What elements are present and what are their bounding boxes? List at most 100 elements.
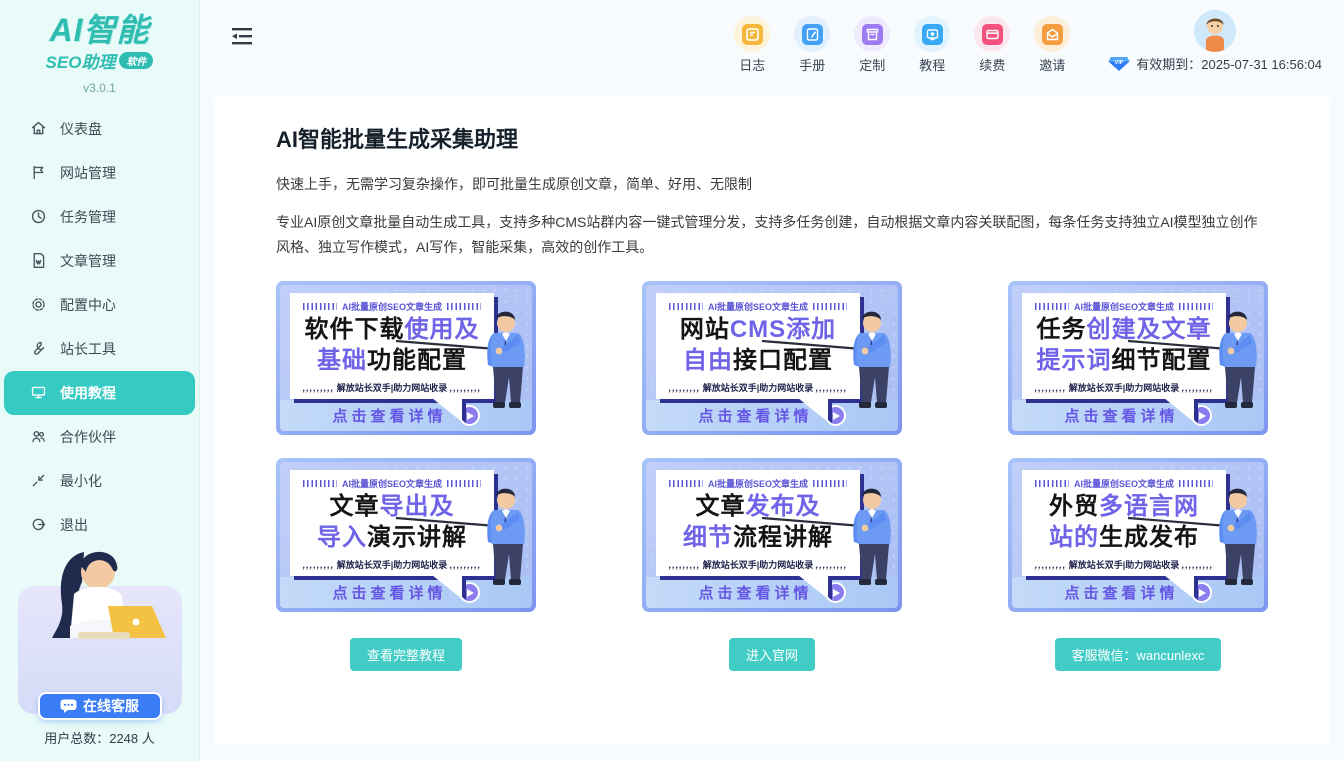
tutorial-card-inner: 点击查看详情 AI批量原创SEO文章生成 网站CMS添加 自由接口配置 ,,,,… <box>646 285 898 431</box>
manual-icon <box>802 24 823 45</box>
dash-strip-icon <box>303 480 337 487</box>
log-icon <box>742 24 763 45</box>
vip-badge-icon: VIP <box>1108 56 1130 72</box>
tick-decoration: ,,,,,,,,, <box>1035 383 1067 393</box>
sidebar-item-articles[interactable]: 文章管理 <box>0 239 199 283</box>
header-action-label: 日志 <box>739 55 765 74</box>
online-support-label: 在线客服 <box>83 696 139 716</box>
top-header: 日志 手册 定制 <box>200 0 1344 88</box>
collapse-menu-icon <box>232 28 252 45</box>
dash-strip-icon <box>1035 480 1069 487</box>
tick-decoration: ,,,,,,,,, <box>669 560 701 570</box>
sidebar-item-tasks[interactable]: 任务管理 <box>0 195 199 239</box>
tutorial-card-multilang-site[interactable]: 点击查看详情 AI批量原创SEO文章生成 外贸多语言网 站的生成发布 ,,,,,… <box>1008 458 1268 612</box>
sidebar-item-minimize[interactable]: 最小化 <box>0 459 199 503</box>
sidebar-item-label: 任务管理 <box>60 207 116 227</box>
sidebar-item-label: 文章管理 <box>60 251 116 271</box>
header-action-label: 邀请 <box>1039 55 1065 74</box>
sidebar-item-label: 退出 <box>60 515 88 535</box>
sidebar-item-websites[interactable]: 网站管理 <box>0 151 199 195</box>
logo-line1: AI智能 <box>0 14 199 48</box>
app-window: AI智能 SEO助理 软件 v3.0.1 仪表盘 网站管理 任务管理 文章管 <box>0 0 1344 761</box>
svg-text:VIP: VIP <box>1115 60 1124 66</box>
task-icon <box>30 208 47 225</box>
user-avatar[interactable] <box>1194 10 1236 52</box>
tools-icon <box>30 340 47 357</box>
sidebar-item-label: 网站管理 <box>60 163 116 183</box>
header-action-label: 手册 <box>799 55 825 74</box>
sidebar-item-dashboard[interactable]: 仪表盘 <box>0 107 199 151</box>
header-action-custom[interactable]: 定制 <box>854 10 890 74</box>
sidebar-footer: 在线客服 用户总数：2248 人 <box>0 586 199 747</box>
tutorial-card-inner: 点击查看详情 AI批量原创SEO文章生成 任务创建及文章 提示词细节配置 ,,,… <box>1012 285 1264 431</box>
tutorial-card-inner: 点击查看详情 AI批量原创SEO文章生成 文章发布及 细节流程讲解 ,,,,,,… <box>646 462 898 608</box>
profile-area: VIP 有效期到：2025-07-31 16:56:04 <box>1108 10 1322 73</box>
tick-decoration: ,,,,,,,,, <box>1035 560 1067 570</box>
tutorial-card-inner: 点击查看详情 AI批量原创SEO文章生成 外贸多语言网 站的生成发布 ,,,,,… <box>1012 462 1264 608</box>
page-description: 专业AI原创文章批量自动生成工具，支持多种CMS站群内容一键式管理分发，支持多任… <box>276 210 1268 259</box>
tutorial-card-software-setup[interactable]: 点击查看详情 AI批量原创SEO文章生成 软件下载使用及 基础功能配置 ,,,,… <box>276 281 536 435</box>
dash-strip-icon <box>303 303 337 310</box>
dash-strip-icon <box>669 303 703 310</box>
partners-icon <box>30 428 47 445</box>
header-action-label: 教程 <box>919 55 945 74</box>
dash-strip-icon <box>669 480 703 487</box>
main-area: 日志 手册 定制 <box>200 0 1344 761</box>
invite-icon <box>1042 24 1063 45</box>
minimize-icon <box>30 472 47 489</box>
sidebar-item-label: 使用教程 <box>60 383 116 403</box>
sidebar-item-webmaster-tools[interactable]: 站长工具 <box>0 327 199 371</box>
dashboard-icon <box>30 120 47 137</box>
sidebar: AI智能 SEO助理 软件 v3.0.1 仪表盘 网站管理 任务管理 文章管 <box>0 0 200 761</box>
logout-icon <box>30 516 47 533</box>
support-wechat-button[interactable]: 客服微信：wancunlexc <box>1055 638 1222 671</box>
article-icon <box>30 252 47 269</box>
tutorial-card-publish-flow[interactable]: 点击查看详情 AI批量原创SEO文章生成 文章发布及 细节流程讲解 ,,,,,,… <box>642 458 902 612</box>
header-action-renew[interactable]: 续费 <box>974 10 1010 74</box>
header-action-log[interactable]: 日志 <box>734 10 770 74</box>
footer-buttons-row: 查看完整教程 进入官网 客服微信：wancunlexc <box>276 638 1268 671</box>
tick-decoration: ,,,,,,,,, <box>669 383 701 393</box>
app-version: v3.0.1 <box>0 81 199 95</box>
course-icon <box>922 24 943 45</box>
header-action-label: 定制 <box>859 55 885 74</box>
vip-expiry-text: 有效期到：2025-07-31 16:56:04 <box>1136 54 1322 73</box>
tick-decoration: ,,,,,,,,, <box>303 560 335 570</box>
config-icon <box>30 296 47 313</box>
header-action-course[interactable]: 教程 <box>914 10 950 74</box>
sidebar-menu: 仪表盘 网站管理 任务管理 文章管理 配置中心 站长工具 <box>0 107 199 547</box>
dash-strip-icon <box>1035 303 1069 310</box>
chat-icon <box>60 699 77 713</box>
tutorial-card-cms-api[interactable]: 点击查看详情 AI批量原创SEO文章生成 网站CMS添加 自由接口配置 ,,,,… <box>642 281 902 435</box>
tutorial-card-inner: 点击查看详情 AI批量原创SEO文章生成 文章导出及 导入演示讲解 ,,,,,,… <box>280 462 532 608</box>
tutorial-icon <box>30 384 47 401</box>
sidebar-item-tutorials[interactable]: 使用教程 <box>4 371 195 415</box>
vip-status: VIP 有效期到：2025-07-31 16:56:04 <box>1108 54 1322 73</box>
tutorial-cards-grid: 点击查看详情 AI批量原创SEO文章生成 软件下载使用及 基础功能配置 ,,,,… <box>276 281 1268 612</box>
tick-decoration: ,,,,,,,,, <box>303 383 335 393</box>
sidebar-collapse-button[interactable] <box>232 28 252 50</box>
page-title: AI智能批量生成采集助理 <box>276 122 1268 154</box>
sidebar-item-label: 仪表盘 <box>60 119 102 139</box>
user-count: 用户总数：2248 人 <box>0 728 199 747</box>
view-full-tutorial-button[interactable]: 查看完整教程 <box>350 638 462 671</box>
woman-laptop-illustration <box>26 534 176 684</box>
tutorial-card-inner: 点击查看详情 AI批量原创SEO文章生成 软件下载使用及 基础功能配置 ,,,,… <box>280 285 532 431</box>
header-action-invite[interactable]: 邀请 <box>1034 10 1070 74</box>
goto-official-site-button[interactable]: 进入官网 <box>729 638 815 671</box>
app-logo: AI智能 SEO助理 软件 <box>0 0 199 73</box>
page-subtitle: 快速上手，无需学习复杂操作，即可批量生成原创文章，简单、好用、无限制 <box>276 174 1268 194</box>
header-action-manual[interactable]: 手册 <box>794 10 830 74</box>
tutorial-card-import-export[interactable]: 点击查看详情 AI批量原创SEO文章生成 文章导出及 导入演示讲解 ,,,,,,… <box>276 458 536 612</box>
header-actions: 日志 手册 定制 <box>734 10 1322 74</box>
sidebar-item-label: 配置中心 <box>60 295 116 315</box>
sidebar-item-config[interactable]: 配置中心 <box>0 283 199 327</box>
sidebar-item-partners[interactable]: 合作伙伴 <box>0 415 199 459</box>
renew-icon <box>982 24 1003 45</box>
logo-line2: SEO助理 <box>46 48 116 73</box>
online-support-button[interactable]: 在线客服 <box>38 692 162 720</box>
sidebar-item-label: 最小化 <box>60 471 102 491</box>
sidebar-item-label: 站长工具 <box>60 339 116 359</box>
tutorial-card-task-prompts[interactable]: 点击查看详情 AI批量原创SEO文章生成 任务创建及文章 提示词细节配置 ,,,… <box>1008 281 1268 435</box>
header-action-label: 续费 <box>979 55 1005 74</box>
